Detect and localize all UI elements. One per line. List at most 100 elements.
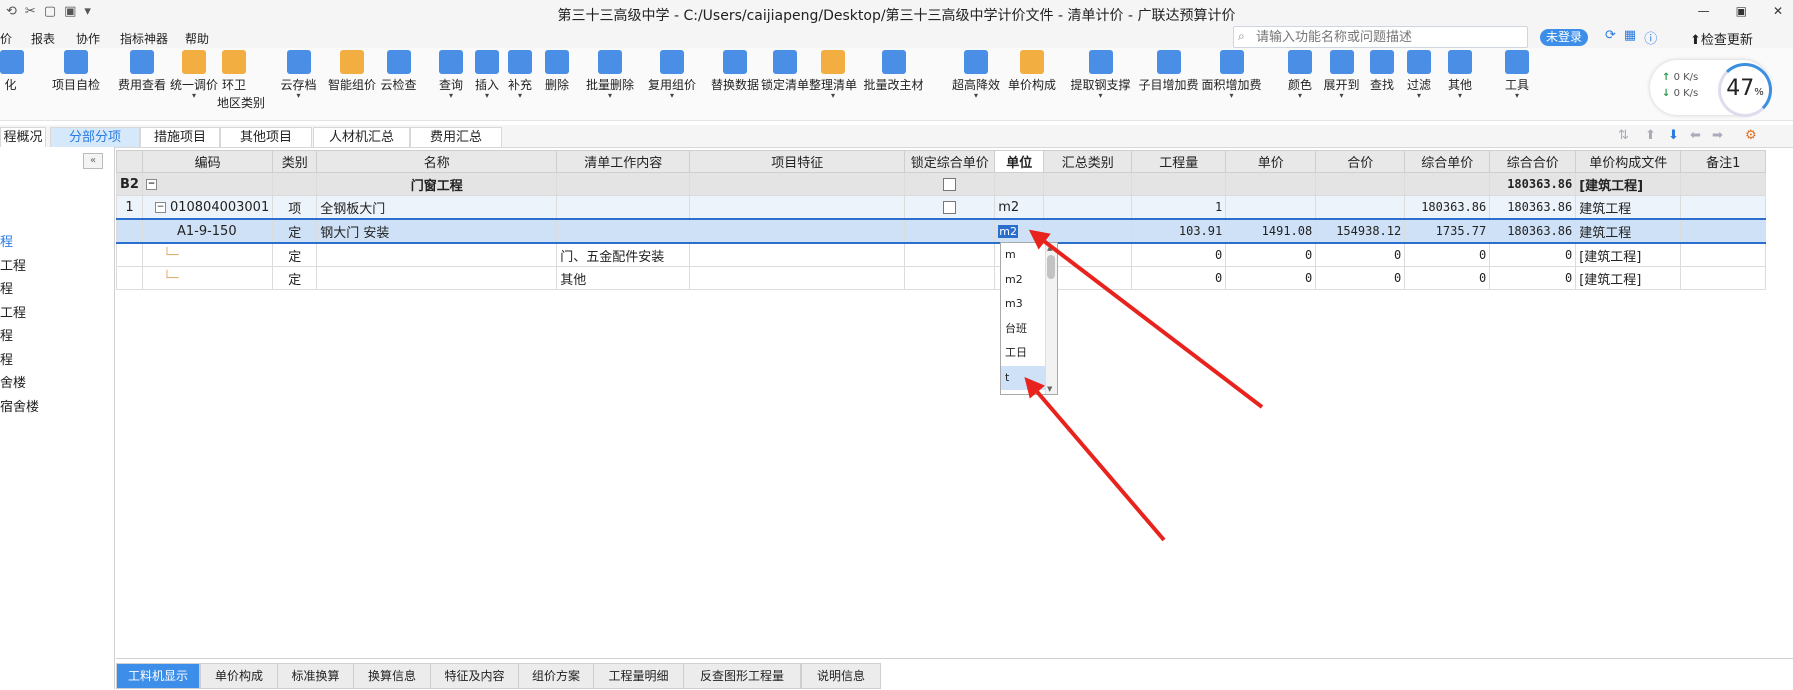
lock-checkbox[interactable]: [943, 177, 957, 191]
collapse-panel-button[interactable]: «: [83, 153, 103, 169]
tree-item[interactable]: 程: [0, 325, 39, 349]
ribbon-button-0[interactable]: 化: [0, 50, 24, 92]
column-header-9[interactable]: 工程量: [1131, 150, 1227, 173]
cell-qty[interactable]: 103.91: [1131, 218, 1227, 244]
column-header-5[interactable]: 项目特征: [689, 150, 906, 173]
login-badge[interactable]: 未登录: [1540, 29, 1589, 46]
cell-file[interactable]: 建筑工程: [1575, 218, 1682, 244]
cell-type[interactable]: 项: [272, 195, 318, 220]
menu-item-1[interactable]: 报表: [31, 30, 55, 47]
ribbon-button-16[interactable]: 整理清单 ▾: [803, 50, 863, 100]
cell-lock[interactable]: [904, 195, 996, 220]
table-row[interactable]: A1-9-150 定钢大门 安装 m2 103.91 1491.08 154938.12 1…: [116, 218, 1767, 244]
cell-file[interactable]: 建筑工程: [1575, 195, 1682, 220]
ribbon-button-1[interactable]: 项目自检: [46, 50, 106, 92]
sort-icon[interactable]: ⇅: [1618, 128, 1629, 143]
unit-edit-field[interactable]: m2: [998, 224, 1018, 238]
cell-code[interactable]: −010804003001: [141, 195, 274, 220]
cell-type[interactable]: 定: [272, 266, 318, 290]
collapse-row-icon[interactable]: −: [145, 178, 157, 190]
cell-price[interactable]: [1225, 195, 1317, 220]
column-header-8[interactable]: 汇总类别: [1043, 150, 1133, 173]
ribbon-button-26[interactable]: 过滤 ▾: [1402, 50, 1436, 100]
cell-name[interactable]: [316, 242, 558, 267]
menu-item-3[interactable]: 指标神器: [120, 30, 168, 47]
tab-0[interactable]: 程概况: [0, 127, 46, 147]
tree-item[interactable]: 程: [0, 278, 39, 302]
scroll-up-icon[interactable]: ▲: [1047, 244, 1052, 252]
cell-total[interactable]: 154938.12: [1315, 218, 1406, 244]
minimize-icon[interactable]: —: [1698, 4, 1710, 18]
column-header-2[interactable]: 类别: [272, 150, 318, 173]
cell-lock[interactable]: [904, 218, 996, 244]
tab-1[interactable]: 分部分项: [50, 127, 140, 147]
cell-qty[interactable]: 1: [1131, 195, 1227, 220]
ribbon-button-20[interactable]: 提取钢支撑 ▾: [1064, 50, 1137, 100]
cell-ctotal[interactable]: 0: [1489, 266, 1577, 290]
column-header-1[interactable]: 编码: [141, 150, 274, 173]
cell-cprice[interactable]: 0: [1404, 242, 1491, 267]
cell-unit[interactable]: m2: [994, 195, 1045, 220]
cell-price[interactable]: 0: [1225, 242, 1317, 267]
cell-ctotal[interactable]: 180363.86: [1489, 172, 1577, 196]
cell-total[interactable]: [1315, 172, 1406, 196]
column-header-11[interactable]: 合价: [1315, 150, 1406, 173]
ribbon-button-27[interactable]: 其他 ▾: [1443, 50, 1477, 100]
ribbon-button-12[interactable]: 批量删除 ▾: [580, 50, 640, 100]
cell-unit[interactable]: m2: [994, 218, 1045, 244]
cell-cprice[interactable]: [1404, 172, 1491, 196]
cell-idx[interactable]: B2: [116, 172, 143, 196]
cell-cprice[interactable]: 0: [1404, 266, 1491, 290]
sync-icon[interactable]: ⟳: [1605, 28, 1616, 47]
ribbon-button-9[interactable]: 插入 ▾: [470, 50, 504, 100]
bottom-tab-3[interactable]: 换算信息: [353, 663, 431, 689]
cell-qty[interactable]: 0: [1131, 266, 1227, 290]
bottom-tab-7[interactable]: 反查图形工程量: [683, 663, 801, 689]
column-header-6[interactable]: 锁定综合单价: [904, 150, 996, 173]
tab-2[interactable]: 措施项目: [140, 127, 220, 147]
move-up-icon[interactable]: ⬆: [1645, 128, 1656, 143]
ribbon-button-2[interactable]: 费用查看: [112, 50, 172, 92]
cell-ctotal[interactable]: 180363.86: [1489, 218, 1577, 244]
bottom-tab-6[interactable]: 工程量明细: [593, 663, 684, 689]
bottom-tab-2[interactable]: 标准换算: [277, 663, 354, 689]
apps-icon[interactable]: ▦: [1624, 28, 1636, 47]
cell-lock[interactable]: [904, 172, 996, 196]
cell-idx[interactable]: 1: [116, 195, 143, 220]
move-left-icon[interactable]: ⬅: [1690, 128, 1701, 143]
move-right-icon[interactable]: ➡: [1712, 128, 1723, 143]
cell-note[interactable]: [1680, 266, 1767, 290]
cell-price[interactable]: 0: [1225, 266, 1317, 290]
ribbon-button-8[interactable]: 查询 ▾: [434, 50, 468, 100]
cell-code[interactable]: └─: [141, 266, 274, 290]
cell-name[interactable]: 门窗工程: [316, 172, 558, 196]
ribbon-button-4[interactable]: 环卫 地区类别: [217, 50, 265, 110]
scroll-thumb[interactable]: [1047, 255, 1055, 279]
close-icon[interactable]: ✕: [1773, 4, 1783, 18]
cell-lock[interactable]: [904, 266, 996, 290]
dropdown-scrollbar[interactable]: ▲ ▼: [1045, 243, 1057, 394]
cell-price[interactable]: 1491.08: [1225, 218, 1317, 244]
ribbon-button-25[interactable]: 查找: [1365, 50, 1399, 92]
column-header-3[interactable]: 名称: [316, 150, 558, 173]
ribbon-button-28[interactable]: 工具 ▾: [1500, 50, 1534, 100]
ribbon-button-7[interactable]: 云检查: [375, 50, 422, 92]
cell-work[interactable]: [556, 218, 691, 244]
cell-note[interactable]: [1680, 195, 1767, 220]
tree-item[interactable]: 工程: [0, 255, 39, 279]
menu-item-2[interactable]: 协作: [76, 30, 100, 47]
tree-item[interactable]: 宿舍楼: [0, 396, 39, 420]
cell-feature[interactable]: [689, 242, 906, 267]
ribbon-button-10[interactable]: 补充 ▾: [503, 50, 537, 100]
cell-sum[interactable]: [1043, 195, 1133, 220]
info-icon[interactable]: ⓘ: [1644, 28, 1657, 47]
cell-feature[interactable]: [689, 266, 906, 290]
column-header-13[interactable]: 综合合价: [1489, 150, 1577, 173]
cell-work[interactable]: [556, 172, 691, 196]
ribbon-button-13[interactable]: 复用组价 ▾: [642, 50, 702, 100]
column-header-12[interactable]: 综合单价: [1404, 150, 1491, 173]
search-input[interactable]: [1254, 28, 1526, 46]
cell-feature[interactable]: [689, 218, 906, 244]
tree-item[interactable]: 程: [0, 231, 39, 255]
menu-item-0[interactable]: 价: [0, 30, 12, 47]
